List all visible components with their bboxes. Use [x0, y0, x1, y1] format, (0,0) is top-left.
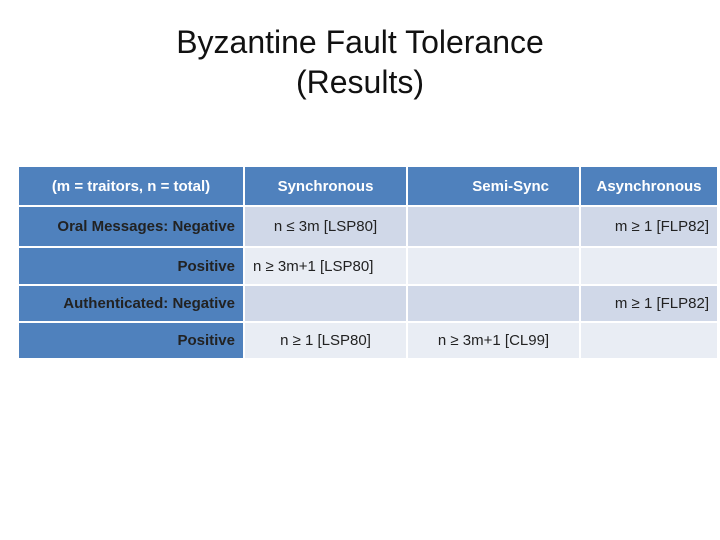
- row-label: Oral Messages: Negative: [19, 207, 243, 246]
- cell-asynchronous: [581, 323, 717, 358]
- row-label: Authenticated: Negative: [19, 286, 243, 321]
- row-label: Positive: [19, 248, 243, 284]
- header-semi-sync: Semi-Sync: [408, 167, 579, 205]
- cell-semi-sync: [408, 248, 579, 284]
- cell-synchronous: n ≤ 3m [LSP80]: [245, 207, 406, 246]
- cell-asynchronous: m ≥ 1 [FLP82]: [581, 286, 717, 321]
- table-row: Positive n ≥ 1 [LSP80] n ≥ 3m+1 [CL99]: [19, 323, 717, 358]
- table-row: Oral Messages: Negative n ≤ 3m [LSP80] m…: [19, 207, 717, 246]
- cell-semi-sync: [408, 207, 579, 246]
- results-table: (m = traitors, n = total) Synchronous Se…: [17, 165, 719, 360]
- slide-title: Byzantine Fault Tolerance (Results): [0, 22, 720, 102]
- table-header-row: (m = traitors, n = total) Synchronous Se…: [19, 167, 717, 205]
- title-line-2: (Results): [295, 64, 424, 100]
- cell-asynchronous: m ≥ 1 [FLP82]: [581, 207, 717, 246]
- cell-asynchronous: [581, 248, 717, 284]
- header-legend: (m = traitors, n = total): [19, 167, 243, 205]
- cell-synchronous: [245, 286, 406, 321]
- cell-synchronous: n ≥ 3m+1 [LSP80]: [245, 248, 406, 284]
- title-line-1: Byzantine Fault Tolerance: [176, 24, 544, 60]
- table-row: Authenticated: Negative m ≥ 1 [FLP82]: [19, 286, 717, 321]
- cell-synchronous: n ≥ 1 [LSP80]: [245, 323, 406, 358]
- cell-semi-sync: n ≥ 3m+1 [CL99]: [408, 323, 579, 358]
- table-row: Positive n ≥ 3m+1 [LSP80]: [19, 248, 717, 284]
- cell-semi-sync: [408, 286, 579, 321]
- row-label: Positive: [19, 323, 243, 358]
- header-asynchronous: Asynchronous: [581, 167, 717, 205]
- header-synchronous: Synchronous: [245, 167, 406, 205]
